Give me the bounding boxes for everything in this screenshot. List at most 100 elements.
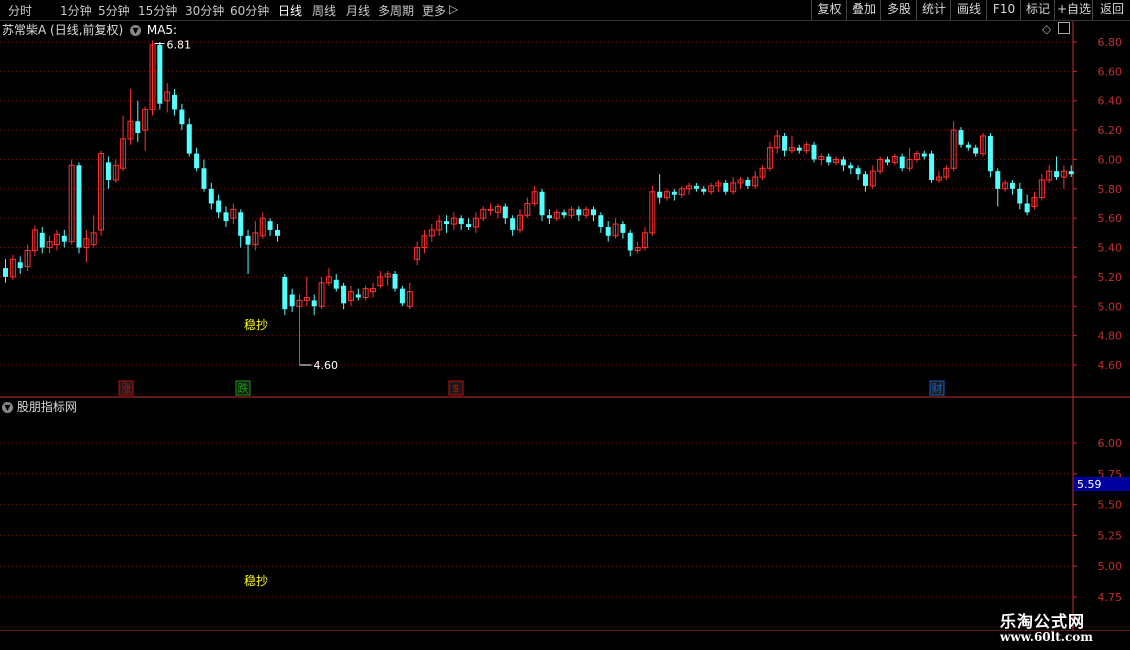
- candle-body-down: [39, 232, 45, 248]
- candle-body-down: [929, 153, 935, 181]
- candle-body-down: [289, 294, 295, 307]
- period-tab[interactable]: 日线: [278, 2, 302, 19]
- toolbar-button[interactable]: 多股: [880, 0, 917, 20]
- candle-body-down: [899, 156, 905, 169]
- candle-body-down: [355, 294, 361, 298]
- chevron-right-icon[interactable]: ▷: [449, 2, 458, 16]
- toolbar-button[interactable]: 画线: [950, 0, 987, 20]
- candle-body-down: [546, 215, 552, 219]
- candle-body-down: [333, 279, 339, 289]
- candle-body-down: [605, 226, 611, 236]
- settings-icon[interactable]: [1058, 22, 1070, 34]
- toolbar-button[interactable]: 统计: [916, 0, 951, 20]
- candle-body-down: [855, 168, 861, 175]
- toolbar-button[interactable]: 复权: [811, 0, 847, 20]
- candle-body-down: [466, 224, 472, 227]
- y-tick-label: 5.60: [1098, 212, 1123, 225]
- candle-body-down: [701, 188, 707, 192]
- period-tab[interactable]: 1分钟: [60, 2, 92, 19]
- candle-body-down: [598, 215, 604, 227]
- candle-body-down: [657, 191, 663, 198]
- toolbar-button[interactable]: +自选: [1054, 0, 1093, 20]
- candle-body-down: [282, 276, 288, 310]
- indicator-dropdown-icon[interactable]: ▼: [2, 402, 13, 413]
- watermark-title: 乐淘公式网: [1000, 612, 1086, 631]
- indicator-y-tick-label: 4.75: [1098, 591, 1123, 604]
- candle-body-down: [201, 168, 207, 189]
- candle-body-down: [627, 232, 633, 251]
- period-tab[interactable]: 周线: [312, 2, 336, 19]
- period-tab[interactable]: 更多: [422, 2, 446, 19]
- candle-body-down: [76, 165, 82, 248]
- candle-body-down: [61, 235, 67, 242]
- candle-body-down: [186, 124, 192, 154]
- toolbar-button[interactable]: 标记: [1020, 0, 1055, 20]
- y-tick-label: 6.60: [1098, 65, 1123, 78]
- candle-body-down: [796, 147, 802, 151]
- indicator-title-row: ▼ 股朋指标网: [2, 398, 77, 415]
- toolbar-button[interactable]: F10: [986, 0, 1021, 20]
- candle-body-down: [510, 218, 516, 230]
- candle-body-down: [782, 135, 788, 151]
- stock-chart[interactable]: 6.80 6.60 6.40 6.20 6.00 5.80 5.60 5.40 5.20 5.00…: [0, 21, 1130, 631]
- current-value-label: 5.59: [1077, 478, 1102, 491]
- candle-body-down: [539, 191, 545, 216]
- y-tick-label: 6.40: [1098, 95, 1123, 108]
- candle-body-down: [17, 262, 23, 269]
- candle-body-down: [987, 135, 993, 172]
- top-toolbar: 分时 1分钟 5分钟 15分钟 30分钟 60分钟 日线 周线 月线 多周期 更多 ▷ 复权 叠加 多股统…: [0, 0, 1130, 21]
- signal-label-main: 稳抄: [244, 317, 268, 332]
- period-tab[interactable]: 分时: [8, 2, 32, 19]
- event-badge-text: 财: [932, 381, 943, 395]
- period-tab[interactable]: 月线: [346, 2, 370, 19]
- candle-body-down: [885, 159, 890, 163]
- candle-body-down: [591, 209, 596, 216]
- candle-body-down: [620, 224, 626, 233]
- candle-body-down: [671, 191, 677, 195]
- candle-body-down: [444, 221, 449, 225]
- period-tab[interactable]: 多周期: [378, 2, 414, 19]
- ma-label: MA5:: [146, 23, 178, 37]
- period-tab[interactable]: 5分钟: [98, 2, 130, 19]
- candle-body-down: [958, 130, 964, 145]
- y-tick-label: 6.80: [1098, 36, 1123, 49]
- y-tick-label: 4.80: [1098, 330, 1123, 343]
- period-tab[interactable]: 60分钟: [230, 2, 269, 19]
- y-tick-label: 4.60: [1098, 359, 1123, 372]
- candle-body-down: [399, 288, 405, 304]
- candle-body-down: [848, 165, 854, 169]
- candle-body-down: [267, 221, 273, 230]
- candle-body-down: [458, 218, 464, 225]
- period-tab[interactable]: 15分钟: [138, 2, 177, 19]
- diamond-icon[interactable]: ◇: [1042, 22, 1051, 36]
- candle-body-down: [862, 174, 868, 186]
- toolbar-button[interactable]: 叠加: [846, 0, 881, 20]
- ma-dropdown-icon[interactable]: ▼: [130, 25, 142, 36]
- high-label: 6.81: [167, 39, 192, 52]
- chart-title-row: 苏常柴A (日线,前复权) ▼ MA5:: [2, 21, 177, 38]
- candle-body-down: [216, 200, 222, 213]
- candle-body-down: [223, 212, 229, 222]
- toolbar-button[interactable]: 返回: [1092, 0, 1130, 20]
- candle-body-down: [172, 94, 178, 110]
- candle-body-down: [238, 212, 244, 236]
- candle-body-down: [561, 212, 567, 216]
- low-label: 4.60: [314, 359, 339, 372]
- candle-body-down: [1024, 203, 1030, 213]
- indicator-y-tick-label: 5.25: [1098, 529, 1123, 542]
- candle-body-down: [208, 188, 214, 204]
- candle-body-down: [157, 44, 163, 104]
- period-tab[interactable]: 30分钟: [185, 2, 224, 19]
- candle-body-down: [3, 268, 8, 277]
- y-tick-label: 5.80: [1098, 183, 1123, 196]
- signal-label-indicator: 稳抄: [244, 573, 268, 588]
- indicator-y-tick-label: 5.50: [1098, 499, 1123, 512]
- y-tick-label: 6.00: [1098, 153, 1123, 166]
- candle-body-down: [341, 285, 347, 304]
- watermark-url: www.60lt.com: [1000, 630, 1093, 644]
- event-badge-text: 跌: [238, 381, 249, 395]
- candle-body-down: [745, 180, 751, 186]
- indicator-y-tick-label: 6.00: [1098, 437, 1123, 450]
- event-badge-text: 涨: [121, 382, 132, 395]
- candle-body-down: [1054, 171, 1060, 178]
